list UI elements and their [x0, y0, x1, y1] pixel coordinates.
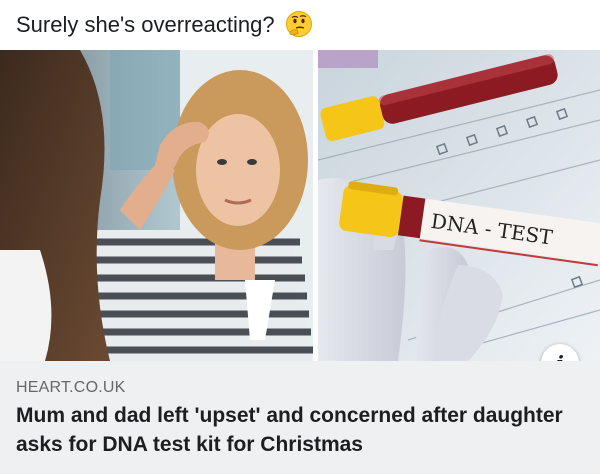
link-domain: HEART.CO.UK	[16, 379, 126, 396]
post-images[interactable]: DNA - TEST	[0, 50, 600, 361]
thinking-face-icon	[285, 11, 312, 37]
link-headline[interactable]: Mum and dad left 'upset' and concerned a…	[16, 401, 586, 459]
woman-photo[interactable]	[0, 50, 313, 361]
dna-test-photo[interactable]: DNA - TEST	[318, 50, 600, 361]
post-text: Surely she's overreacting?	[16, 9, 313, 41]
link-preview[interactable]: HEART.CO.UK Mum and dad left 'upset' and…	[0, 361, 600, 474]
post-caption: Surely she's overreacting?	[16, 12, 275, 37]
